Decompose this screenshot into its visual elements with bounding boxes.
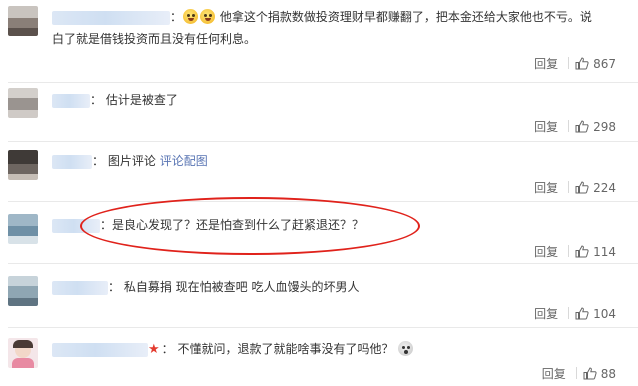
reply-button[interactable]: 回复 bbox=[534, 119, 558, 135]
like-count: 867 bbox=[593, 57, 616, 71]
reply-button[interactable]: 回复 bbox=[534, 306, 558, 322]
comment-actions: 回复 88 bbox=[542, 366, 616, 382]
like-count: 104 bbox=[593, 307, 616, 321]
username[interactable] bbox=[52, 280, 108, 295]
username[interactable] bbox=[52, 10, 170, 25]
star-badge-icon: ★ bbox=[148, 342, 160, 357]
comment-item: ： 图片评论 评论配图 回复 224 bbox=[0, 142, 638, 200]
comment-item: ★： 不懂就问，退款了就能啥事没有了吗他？ 回复 88 bbox=[0, 328, 638, 386]
reply-button[interactable]: 回复 bbox=[542, 366, 566, 382]
username[interactable] bbox=[52, 218, 100, 233]
like-count: 298 bbox=[593, 120, 616, 134]
comment-item: ： 私自募捐 现在怕被查吧 吃人血馒头的坏男人 回复 104 bbox=[0, 264, 638, 326]
comment-item: ： 他拿这个捐款数做投资理财早都赚翻了，把本金还给大家他也不亏。说 白了就是借钱… bbox=[0, 0, 638, 82]
like-icon[interactable] bbox=[575, 120, 589, 137]
reply-button[interactable]: 回复 bbox=[534, 244, 558, 260]
comment-actions: 回复 298 bbox=[534, 119, 616, 135]
like-count: 224 bbox=[593, 181, 616, 195]
comment-item: ：是良心发现了？还是怕查到什么了赶紧退还？？ 回复 114 bbox=[0, 202, 638, 262]
avatar[interactable] bbox=[8, 276, 38, 306]
smile-emoji-icon bbox=[200, 9, 216, 24]
username[interactable] bbox=[52, 93, 90, 108]
like-icon[interactable] bbox=[575, 57, 589, 74]
image-comment-link[interactable]: 评论配图 bbox=[160, 154, 208, 168]
comment-actions: 回复 867 bbox=[534, 56, 616, 72]
avatar[interactable] bbox=[8, 6, 38, 36]
comment-actions: 回复 224 bbox=[534, 180, 616, 196]
smile-emoji-icon bbox=[183, 9, 199, 24]
like-icon[interactable] bbox=[575, 245, 589, 262]
like-count: 114 bbox=[593, 245, 616, 259]
comment-actions: 回复 104 bbox=[534, 306, 616, 322]
username[interactable] bbox=[52, 342, 148, 357]
comment-text: ★： 不懂就问，退款了就能啥事没有了吗他？ bbox=[52, 338, 616, 361]
like-count: 88 bbox=[600, 367, 616, 381]
avatar[interactable] bbox=[8, 214, 38, 244]
comment-text: ： 私自募捐 现在怕被查吧 吃人血馒头的坏男人 bbox=[52, 276, 616, 298]
comment-text: ： 估计是被查了 bbox=[52, 89, 616, 111]
like-icon[interactable] bbox=[575, 181, 589, 198]
username[interactable] bbox=[52, 154, 92, 169]
reply-button[interactable]: 回复 bbox=[534, 180, 558, 196]
avatar[interactable] bbox=[8, 88, 38, 118]
avatar[interactable] bbox=[8, 150, 38, 180]
like-icon[interactable] bbox=[575, 307, 589, 324]
reply-button[interactable]: 回复 bbox=[534, 56, 558, 72]
like-icon[interactable] bbox=[583, 367, 597, 384]
comment-text: ：是良心发现了？还是怕查到什么了赶紧退还？？ bbox=[52, 214, 616, 236]
comment-item: ： 估计是被查了 回复 298 bbox=[0, 83, 638, 141]
comment-actions: 回复 114 bbox=[534, 244, 616, 260]
scream-emoji-icon bbox=[398, 341, 414, 356]
comment-text: ： 他拿这个捐款数做投资理财早都赚翻了，把本金还给大家他也不亏。说 白了就是借钱… bbox=[52, 9, 592, 46]
avatar[interactable] bbox=[8, 338, 38, 368]
comment-text: ： 图片评论 评论配图 bbox=[52, 150, 616, 172]
